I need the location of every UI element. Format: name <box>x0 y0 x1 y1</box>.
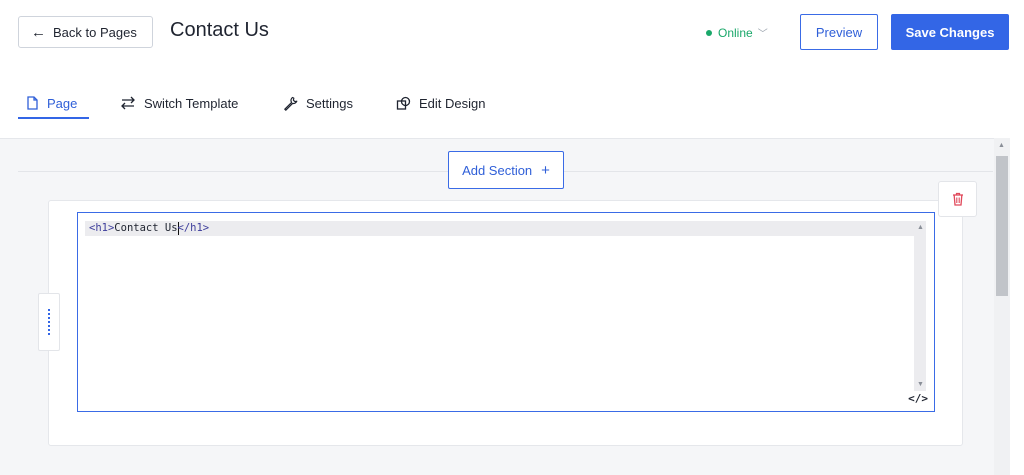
trash-icon <box>952 192 963 206</box>
status-label: Online <box>718 25 753 40</box>
status-dropdown[interactable]: Online ﹀ <box>706 25 768 40</box>
code-view-toggle-icon[interactable]: </> <box>908 392 928 405</box>
active-tab-indicator <box>18 117 89 119</box>
tab-bar: Page Switch Template Settings Edit Desig… <box>0 86 1024 122</box>
section-drag-handle[interactable] <box>38 293 60 351</box>
code-line-1[interactable]: <h1>Contact Us</h1> <box>85 221 925 236</box>
status-dot-icon <box>706 29 712 36</box>
tab-edit-design[interactable]: Edit Design <box>396 86 485 120</box>
scroll-up-icon[interactable]: ▲ <box>917 224 924 231</box>
page-icon <box>27 96 38 110</box>
code-open-tag: <h1> <box>89 222 115 234</box>
tab-settings[interactable]: Settings <box>283 86 353 120</box>
page-canvas: Add Section + <h1>Contact Us</h1> ▲ ▼ </… <box>0 138 1010 475</box>
switch-arrows-icon <box>121 96 135 110</box>
back-to-pages-button[interactable]: ← Back to Pages <box>18 16 153 48</box>
code-text: Contact Us <box>114 222 178 234</box>
chevron-down-icon: ﹀ <box>757 29 768 40</box>
add-section-button[interactable]: Add Section + <box>448 151 564 189</box>
preview-button[interactable]: Preview <box>800 14 878 50</box>
delete-section-button[interactable] <box>938 181 977 217</box>
plus-icon: + <box>541 161 550 179</box>
page-scrollbar[interactable]: ▲ <box>994 138 1010 475</box>
page-scrollbar-thumb[interactable] <box>996 156 1008 296</box>
tab-page[interactable]: Page <box>26 86 77 120</box>
tab-settings-label: Settings <box>306 95 353 111</box>
tab-page-label: Page <box>47 95 78 111</box>
tab-switch-template[interactable]: Switch Template <box>120 86 238 120</box>
scroll-down-icon[interactable]: ▼ <box>917 381 924 388</box>
edit-design-icon <box>396 96 411 110</box>
save-changes-button[interactable]: Save Changes <box>891 14 1009 50</box>
add-section-label: Add Section <box>462 162 533 178</box>
html-code-editor[interactable]: <h1>Contact Us</h1> ▲ ▼ </> <box>77 212 935 412</box>
scroll-up-icon[interactable]: ▲ <box>998 142 1005 149</box>
header-bar: ← Back to Pages Contact Us Online ﹀ Prev… <box>0 0 1024 70</box>
page-title: Contact Us <box>170 19 269 41</box>
code-editor-scrollbar[interactable]: ▲ ▼ <box>914 221 926 391</box>
wrench-icon <box>284 96 298 111</box>
tab-switch-template-label: Switch Template <box>144 95 239 111</box>
arrow-left-icon: ← <box>31 23 46 41</box>
code-close-tag: </h1> <box>177 222 210 234</box>
drag-dots-icon <box>48 309 50 335</box>
tab-edit-design-label: Edit Design <box>419 95 486 111</box>
back-label: Back to Pages <box>53 24 137 40</box>
